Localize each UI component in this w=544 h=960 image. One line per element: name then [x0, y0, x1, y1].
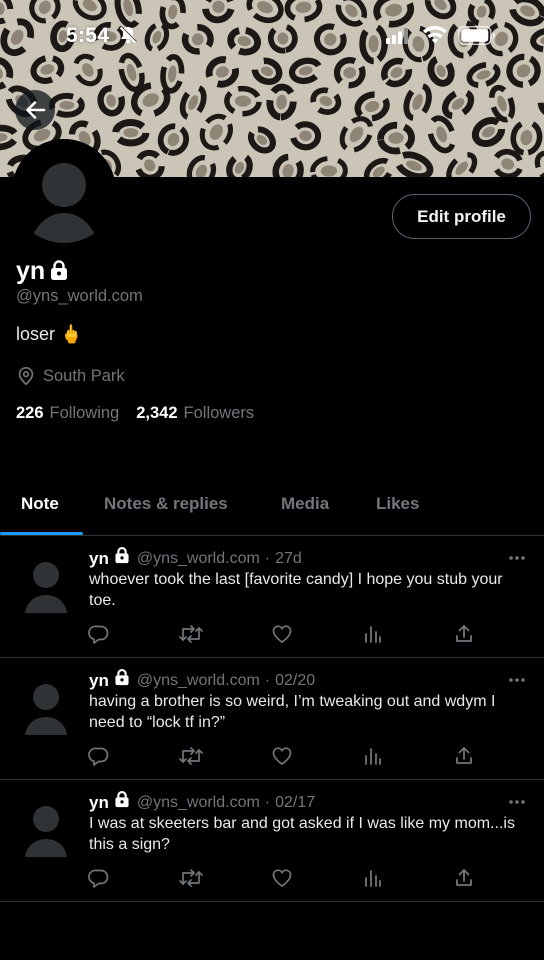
share-icon[interactable]: [454, 867, 474, 894]
followers-count: 2,342: [136, 404, 178, 422]
follow-stats: 226 Following 2,342 Followers: [16, 404, 271, 423]
post-timestamp[interactable]: 02/17: [275, 794, 315, 812]
tab-notes-replies[interactable]: Notes & replies: [104, 494, 228, 514]
arrow-left-icon: [26, 101, 46, 119]
cellular-signal-icon: [386, 28, 410, 49]
post-item[interactable]: yn @yns_world.com · 02/17 I was at skeet…: [0, 780, 544, 902]
reply-icon[interactable]: [88, 867, 110, 894]
post-author-name[interactable]: yn: [89, 549, 109, 569]
bio-emoji: 🖕: [60, 324, 83, 344]
back-button[interactable]: [15, 90, 55, 130]
post-item[interactable]: yn @yns_world.com · 27d whoever took the…: [0, 536, 544, 658]
bio-text: loser: [16, 324, 56, 344]
analytics-icon[interactable]: [363, 867, 383, 894]
post-avatar[interactable]: [24, 803, 68, 857]
post-text: having a brother is so weird, I’m tweaki…: [89, 693, 496, 731]
profile-handle: @yns_world.com: [16, 287, 143, 305]
profile-tabs: Note Notes & replies Media Likes: [0, 476, 544, 536]
post-actions: [88, 623, 488, 645]
status-time: 5:54: [66, 24, 110, 47]
repost-icon[interactable]: [178, 623, 204, 650]
profile-location: South Park: [16, 366, 125, 386]
post-handle[interactable]: @yns_world.com: [137, 794, 260, 812]
post-avatar[interactable]: [24, 681, 68, 735]
tab-media[interactable]: Media: [281, 494, 329, 514]
post-avatar[interactable]: [24, 559, 68, 613]
location-pin-icon: [18, 366, 34, 386]
post-header: yn @yns_world.com · 02/20: [89, 668, 315, 691]
following-link[interactable]: 226 Following: [16, 404, 119, 423]
post-author-name[interactable]: yn: [89, 793, 109, 813]
post-meta-separator: ·: [264, 793, 271, 811]
profile-bio: loser 🖕: [16, 324, 82, 345]
post-actions: [88, 745, 488, 767]
post-text: whoever took the last [favorite candy] I…: [89, 571, 503, 609]
lock-icon: [48, 259, 70, 286]
tab-note[interactable]: Note: [21, 494, 59, 514]
analytics-icon[interactable]: [363, 623, 383, 650]
post-timestamp[interactable]: 27d: [275, 550, 302, 568]
post-text: I was at skeeters bar and got asked if I…: [89, 815, 515, 853]
following-count: 226: [16, 404, 44, 422]
lock-icon: [113, 668, 131, 691]
more-dots-icon[interactable]: [508, 548, 526, 566]
post-item[interactable]: yn @yns_world.com · 02/20 having a broth…: [0, 658, 544, 780]
default-avatar-icon: [12, 139, 116, 243]
post-meta-separator: ·: [264, 549, 271, 567]
edit-profile-button[interactable]: Edit profile: [392, 194, 531, 239]
share-icon[interactable]: [454, 623, 474, 650]
repost-icon[interactable]: [178, 867, 204, 894]
location-text: South Park: [43, 366, 125, 385]
analytics-icon[interactable]: [363, 745, 383, 772]
followers-link[interactable]: 2,342 Followers: [136, 404, 254, 423]
share-icon[interactable]: [454, 745, 474, 772]
post-timestamp[interactable]: 02/20: [275, 672, 315, 690]
profile-display-name: yn: [16, 256, 46, 285]
lock-icon: [113, 546, 131, 569]
reply-icon[interactable]: [88, 745, 110, 772]
post-actions: [88, 867, 488, 889]
heart-icon[interactable]: [271, 867, 293, 894]
battery-icon: [458, 26, 496, 51]
post-meta-separator: ·: [264, 671, 271, 689]
post-header: yn @yns_world.com · 02/17: [89, 790, 315, 813]
reply-icon[interactable]: [88, 623, 110, 650]
heart-icon[interactable]: [271, 623, 293, 650]
more-dots-icon[interactable]: [508, 670, 526, 688]
tab-likes[interactable]: Likes: [376, 494, 419, 514]
repost-icon[interactable]: [178, 745, 204, 772]
post-handle[interactable]: @yns_world.com: [137, 550, 260, 568]
followers-label: Followers: [183, 404, 255, 422]
profile-name-row: yn: [16, 256, 70, 286]
profile-avatar[interactable]: [12, 139, 116, 243]
heart-icon[interactable]: [271, 745, 293, 772]
post-handle[interactable]: @yns_world.com: [137, 672, 260, 690]
post-author-name[interactable]: yn: [89, 671, 109, 691]
post-header: yn @yns_world.com · 27d: [89, 546, 302, 569]
active-tab-indicator: [0, 532, 83, 535]
more-dots-icon[interactable]: [508, 792, 526, 810]
lock-icon: [113, 790, 131, 813]
wifi-icon: [422, 25, 448, 50]
silent-bell-icon: [118, 25, 138, 50]
status-bar: 5:54: [0, 0, 544, 72]
following-label: Following: [49, 404, 120, 422]
